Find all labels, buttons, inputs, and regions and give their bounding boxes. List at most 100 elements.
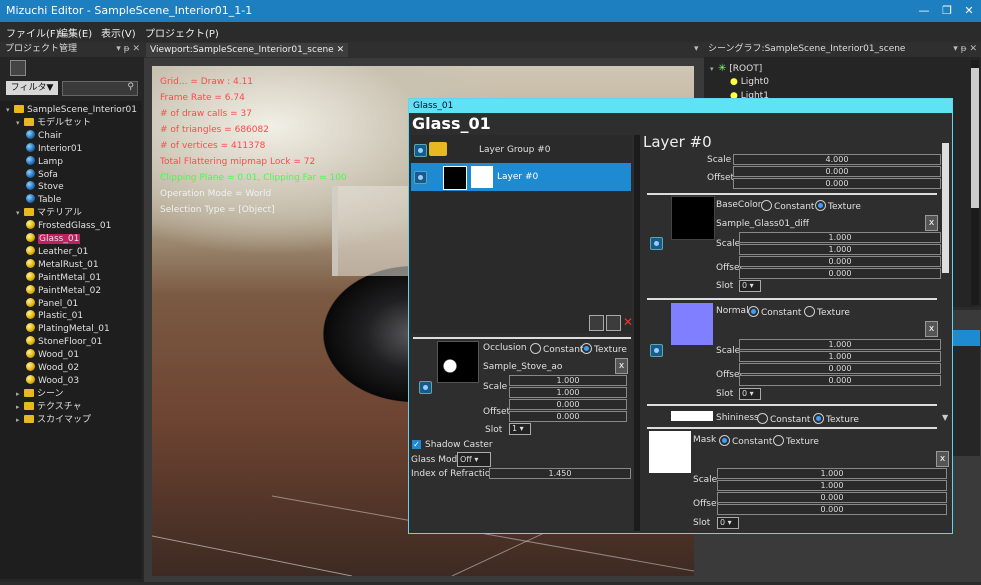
expand-icon[interactable]: ▾ xyxy=(16,117,24,130)
expand-icon[interactable]: ▾ xyxy=(6,104,14,117)
tree-item[interactable]: PlatingMetal_01 xyxy=(26,323,110,336)
tree-item[interactable]: ▾ SampleScene_Interior01 xyxy=(6,104,137,117)
menu-file[interactable]: ファイル(F) xyxy=(6,25,60,40)
occlusion-offset-x[interactable]: 0.000 xyxy=(509,399,627,410)
basecolor-clear-button[interactable]: x xyxy=(925,215,938,231)
basecolor-texture-radio[interactable]: Texture xyxy=(815,200,861,212)
tree-item[interactable]: Table xyxy=(26,194,61,207)
expand-icon[interactable]: ▸ xyxy=(16,401,24,414)
tree-item[interactable]: StoneFloor_01 xyxy=(26,336,102,349)
dialog-titlebar[interactable]: Glass_01 xyxy=(409,99,952,113)
shininess-constant-radio[interactable]: Constant xyxy=(757,413,810,425)
basecolor-texture-thumb[interactable] xyxy=(671,196,715,240)
occlusion-constant-radio[interactable]: Constant xyxy=(530,343,583,355)
expand-icon[interactable]: ▾ xyxy=(16,207,24,220)
panel-pin-close-icon[interactable]: ▾ ᵽ ✕ xyxy=(953,42,977,57)
mask-slot-select[interactable]: 0 ▾ xyxy=(717,517,739,529)
tree-item[interactable]: Wood_01 xyxy=(26,349,79,362)
add-group-icon[interactable] xyxy=(606,315,621,331)
tree-item[interactable]: ▸ テクスチャ xyxy=(16,401,82,414)
tree-item[interactable]: Leather_01 xyxy=(26,245,88,259)
close-icon[interactable]: ✕ xyxy=(960,3,978,19)
occlusion-texture-thumb[interactable] xyxy=(437,341,479,383)
layer-row-selected[interactable]: Layer #0 xyxy=(411,163,631,191)
basecolor-visibility-icon[interactable] xyxy=(650,237,663,250)
refresh-icon[interactable] xyxy=(10,60,26,76)
shadow-caster-checkbox[interactable]: ✓ xyxy=(412,440,421,449)
layer-group-label[interactable]: Layer Group #0 xyxy=(479,145,550,155)
occlusion-scale-y[interactable]: 1.000 xyxy=(509,387,627,398)
mask-scale-y[interactable]: 1.000 xyxy=(717,480,947,491)
tree-item[interactable]: PaintMetal_02 xyxy=(26,284,101,298)
search-input[interactable]: ⚲ xyxy=(62,81,138,96)
tree-item[interactable]: Panel_01 xyxy=(26,297,78,311)
tree-item[interactable]: Stove xyxy=(26,181,64,194)
basecolor-slot-select[interactable]: 0 ▾ xyxy=(739,280,761,292)
viewport-tab[interactable]: Viewport:SampleScene_Interior01_scene ✕ xyxy=(146,43,349,57)
properties-tab[interactable] xyxy=(950,330,980,346)
scene-light0[interactable]: ● Light0 xyxy=(730,76,769,89)
scrollbar[interactable] xyxy=(971,60,979,305)
occlusion-scale-x[interactable]: 1.000 xyxy=(509,375,627,386)
normal-scale-y[interactable]: 1.000 xyxy=(739,351,941,362)
occlusion-clear-button[interactable]: x xyxy=(615,358,628,374)
chevron-down-icon[interactable]: ▾ xyxy=(694,44,699,54)
scrollbar-thumb[interactable] xyxy=(971,68,979,208)
tree-item[interactable]: Wood_03 xyxy=(26,374,79,388)
tree-item[interactable]: FrostedGlass_01 xyxy=(26,220,111,233)
expand-icon[interactable]: ▸ xyxy=(16,388,24,401)
basecolor-constant-radio[interactable]: Constant xyxy=(761,200,814,212)
glass-mode-select[interactable]: Off ▾ xyxy=(457,452,491,467)
tree-item[interactable]: ▸ スカイマップ xyxy=(16,414,91,427)
tree-item[interactable]: MetalRust_01 xyxy=(26,258,99,272)
minimize-icon[interactable]: — xyxy=(915,3,933,19)
tree-item[interactable]: Plastic_01 xyxy=(26,310,83,323)
right-scrollbar-thumb[interactable] xyxy=(942,143,949,273)
normal-slot-select[interactable]: 0 ▾ xyxy=(739,388,761,400)
occlusion-visibility-icon[interactable] xyxy=(419,381,432,394)
layer-offset-x[interactable]: 0.000 xyxy=(733,166,941,177)
visibility-icon[interactable] xyxy=(414,171,427,184)
delete-layer-icon[interactable]: ✕ xyxy=(623,315,634,329)
shininess-texture-radio[interactable]: Texture xyxy=(813,413,859,425)
normal-scale-x[interactable]: 1.000 xyxy=(739,339,941,350)
tree-item[interactable]: Lamp xyxy=(26,155,63,169)
basecolor-offset-y[interactable]: 0.000 xyxy=(739,268,941,279)
chevron-down-icon[interactable]: ▼ xyxy=(942,413,948,422)
panel-pin-close-icon[interactable]: ▾ ᵽ ✕ xyxy=(116,42,140,57)
tree-item[interactable]: ▾ マテリアル xyxy=(16,207,82,220)
occlusion-texture-radio[interactable]: Texture xyxy=(581,343,627,355)
normal-texture-radio[interactable]: Texture xyxy=(804,306,850,318)
basecolor-scale-x[interactable]: 1.000 xyxy=(739,232,941,243)
tree-item[interactable]: Wood_02 xyxy=(26,362,79,375)
scene-root[interactable]: ▾ ✳ [ROOT] xyxy=(710,62,762,75)
mask-texture-thumb[interactable] xyxy=(649,431,691,473)
visibility-icon[interactable] xyxy=(414,144,427,157)
layer-scale-field[interactable]: 4.000 xyxy=(733,154,941,165)
tree-item[interactable]: Sofa xyxy=(26,168,58,182)
mask-constant-radio[interactable]: Constant xyxy=(719,435,772,447)
shininess-texture-thumb[interactable] xyxy=(671,411,713,421)
normal-texture-thumb[interactable] xyxy=(671,303,713,345)
mask-offset-y[interactable]: 0.000 xyxy=(717,504,947,515)
close-icon[interactable]: ✕ xyxy=(337,45,345,55)
mask-clear-button[interactable]: x xyxy=(936,451,949,467)
restore-icon[interactable]: ❐ xyxy=(938,3,956,19)
left-scrollbar[interactable] xyxy=(634,135,640,531)
tree-item[interactable]: Chair xyxy=(26,129,62,143)
tree-item[interactable]: ▾ モデルセット xyxy=(16,117,91,130)
normal-offset-y[interactable]: 0.000 xyxy=(739,375,941,386)
mask-scale-x[interactable]: 1.000 xyxy=(717,468,947,479)
basecolor-scale-y[interactable]: 1.000 xyxy=(739,244,941,255)
menu-project[interactable]: プロジェクト(P) xyxy=(145,25,219,40)
tree-item[interactable]: PaintMetal_01 xyxy=(26,271,101,285)
normal-offset-x[interactable]: 0.000 xyxy=(739,363,941,374)
occlusion-offset-y[interactable]: 0.000 xyxy=(509,411,627,422)
normal-constant-radio[interactable]: Constant xyxy=(748,306,801,318)
ior-field[interactable]: 1.450 xyxy=(489,468,631,479)
normal-clear-button[interactable]: x xyxy=(925,321,938,337)
layer-offset-y[interactable]: 0.000 xyxy=(733,178,941,189)
basecolor-offset-x[interactable]: 0.000 xyxy=(739,256,941,267)
menu-edit[interactable]: 編集(E) xyxy=(58,25,92,40)
tree-item[interactable]: Glass_01 xyxy=(26,233,81,246)
